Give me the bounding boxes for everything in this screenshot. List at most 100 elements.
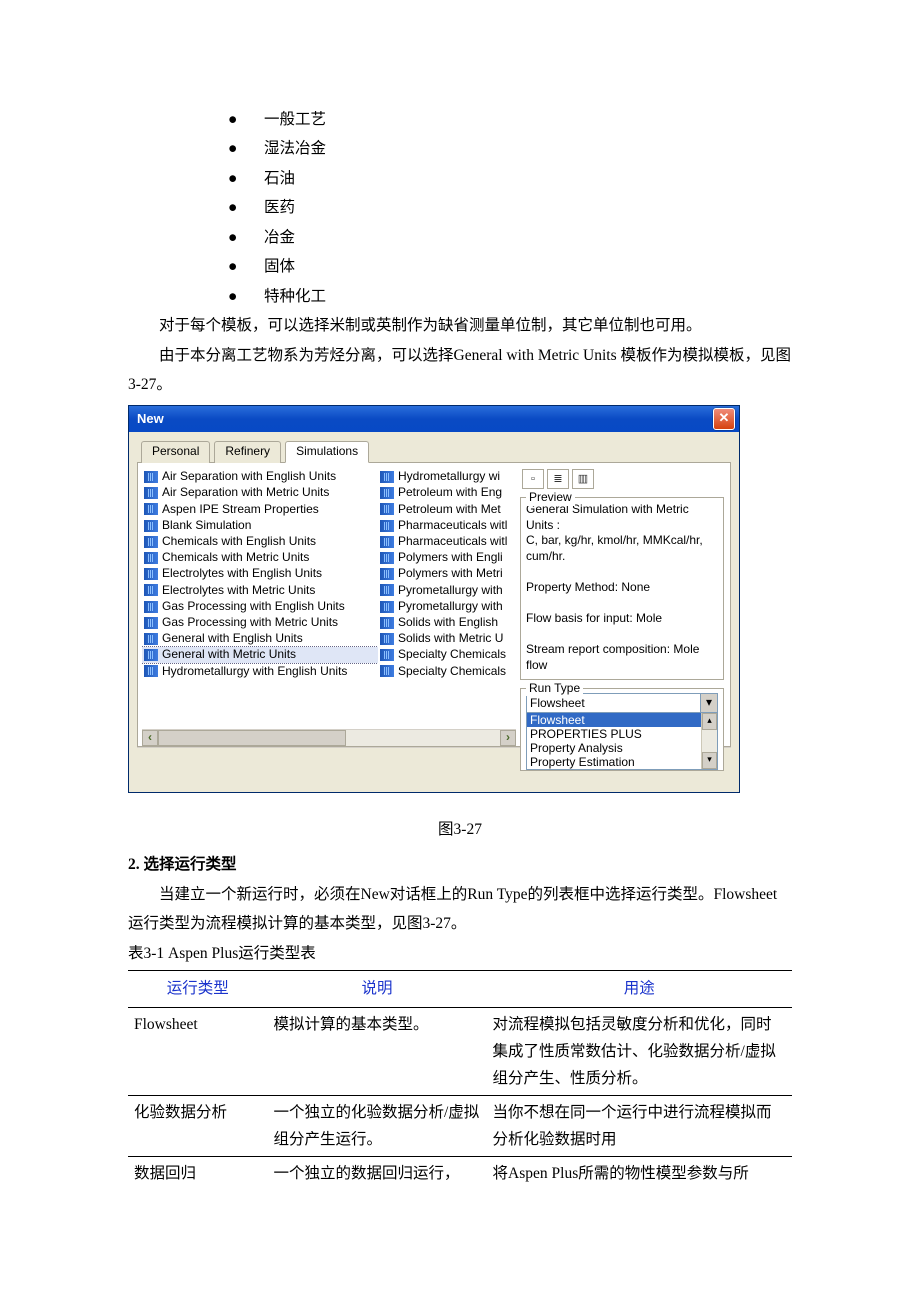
table-row: 化验数据分析一个独立的化验数据分析/虚拟组分产生运行。当你不想在同一个运行中进行…: [128, 1095, 792, 1156]
view-buttons: ▫ ≣ ▥: [520, 469, 724, 489]
list-item-label: Solids with Metric U: [398, 631, 503, 647]
tab-page: Air Separation with English UnitsAir Sep…: [137, 463, 731, 747]
runtype-option[interactable]: Flowsheet: [527, 713, 717, 727]
table-row: Flowsheet模拟计算的基本类型。对流程模拟包括灵敏度分析和优化，同时集成了…: [128, 1007, 792, 1095]
view-large-icon[interactable]: ▫: [522, 469, 544, 489]
paragraph: 对于每个模板，可以选择米制或英制作为缺省测量单位制，其它单位制也可用。: [128, 311, 792, 340]
scroll-left-icon[interactable]: ‹: [142, 730, 158, 746]
document-page: 一般工艺 湿法冶金 石油 医药 冶金 固体 特种化工 对于每个模板，可以选择米制…: [0, 0, 920, 1302]
bullet-item: 医药: [228, 193, 792, 222]
list-item-label: Specialty Chemicals: [398, 664, 506, 680]
list-item[interactable]: Chemicals with Metric Units: [142, 550, 378, 566]
list-item[interactable]: Hydrometallurgy wi: [378, 469, 516, 485]
list-item-label: Aspen IPE Stream Properties: [162, 502, 319, 518]
list-item[interactable]: Aspen IPE Stream Properties: [142, 501, 378, 517]
paragraph: 由于本分离工艺物系为芳烃分离，可以选择General with Metric U…: [128, 341, 792, 400]
horizontal-scrollbar[interactable]: ‹ ›: [142, 729, 516, 746]
template-icon: [380, 520, 394, 532]
list-item[interactable]: Gas Processing with English Units: [142, 598, 378, 614]
view-list-icon[interactable]: ≣: [547, 469, 569, 489]
list-item[interactable]: Petroleum with Met: [378, 501, 516, 517]
template-icon: [144, 617, 158, 629]
preview-legend: Preview: [526, 490, 575, 506]
template-icon: [380, 665, 394, 677]
template-list-col2[interactable]: Hydrometallurgy wiPetroleum with EngPetr…: [378, 469, 516, 729]
preview-group: Preview General Simulation with Metric U…: [520, 497, 724, 680]
list-item-label: Electrolytes with English Units: [162, 566, 322, 582]
scroll-right-icon[interactable]: ›: [500, 730, 516, 746]
template-icon: [380, 552, 394, 564]
table-cell: 模拟计算的基本类型。: [267, 1007, 486, 1095]
list-item[interactable]: Gas Processing with Metric Units: [142, 615, 378, 631]
table-cell: 数据回归: [128, 1157, 267, 1191]
vertical-scrollbar[interactable]: ▴ ▾: [701, 713, 717, 769]
list-item[interactable]: Pharmaceuticals witl: [378, 518, 516, 534]
bullet-item: 固体: [228, 252, 792, 281]
list-item[interactable]: Pyrometallurgy with: [378, 582, 516, 598]
tab-bar: Personal Refinery Simulations: [137, 440, 731, 463]
bullet-item: 一般工艺: [228, 105, 792, 134]
runtype-value[interactable]: [527, 694, 700, 712]
list-item[interactable]: Specialty Chemicals: [378, 647, 516, 663]
list-item[interactable]: Pharmaceuticals witl: [378, 534, 516, 550]
list-item[interactable]: Electrolytes with English Units: [142, 566, 378, 582]
template-icon: [380, 471, 394, 483]
template-icon: [144, 471, 158, 483]
runtype-options[interactable]: FlowsheetPROPERTIES PLUSProperty Analysi…: [526, 713, 718, 770]
tab-personal[interactable]: Personal: [141, 441, 210, 463]
list-item[interactable]: Petroleum with Eng: [378, 485, 516, 501]
list-item-label: Petroleum with Met: [398, 502, 501, 518]
list-item-label: Solids with English: [398, 615, 498, 631]
list-item[interactable]: Specialty Chemicals: [378, 663, 516, 679]
table-cell: 对流程模拟包括灵敏度分析和优化，同时集成了性质常数估计、化验数据分析/虚拟组分产…: [487, 1007, 792, 1095]
list-item-label: Pharmaceuticals witl: [398, 518, 507, 534]
list-item[interactable]: Solids with English: [378, 615, 516, 631]
scroll-down-icon[interactable]: ▾: [702, 752, 717, 769]
list-item[interactable]: Chemicals with English Units: [142, 534, 378, 550]
tab-refinery[interactable]: Refinery: [214, 441, 281, 463]
list-item-label: General with Metric Units: [162, 647, 296, 663]
list-item-label: Gas Processing with Metric Units: [162, 615, 338, 631]
template-list-col1[interactable]: Air Separation with English UnitsAir Sep…: [142, 469, 378, 729]
preview-text: General Simulation with Metric Units : C…: [526, 502, 718, 674]
table-header-row: 运行类型 说明 用途: [128, 971, 792, 1007]
view-detail-icon[interactable]: ▥: [572, 469, 594, 489]
list-item[interactable]: General with Metric Units: [142, 647, 378, 663]
template-icon: [380, 584, 394, 596]
list-item[interactable]: Polymers with Engli: [378, 550, 516, 566]
dialog-titlebar: New ✕: [129, 406, 739, 432]
tab-simulations[interactable]: Simulations: [285, 441, 369, 463]
list-item[interactable]: Hydrometallurgy with English Units: [142, 663, 378, 679]
list-item[interactable]: Air Separation with Metric Units: [142, 485, 378, 501]
list-item-label: Hydrometallurgy with English Units: [162, 664, 347, 680]
chevron-down-icon[interactable]: ▾: [700, 694, 717, 712]
list-item-label: Polymers with Metri: [398, 566, 503, 582]
list-item-label: Air Separation with English Units: [162, 469, 336, 485]
scroll-thumb[interactable]: [158, 730, 346, 746]
runtype-option[interactable]: Property Analysis: [527, 741, 717, 755]
list-item-label: Chemicals with English Units: [162, 534, 316, 550]
list-item-label: Petroleum with Eng: [398, 485, 502, 501]
runtype-option[interactable]: PROPERTIES PLUS: [527, 727, 717, 741]
template-icon: [144, 520, 158, 532]
close-icon[interactable]: ✕: [713, 408, 735, 430]
list-item[interactable]: Solids with Metric U: [378, 631, 516, 647]
table-cell: 化验数据分析: [128, 1095, 267, 1156]
table-cell: 将Aspen Plus所需的物性模型参数与所: [487, 1157, 792, 1191]
list-item[interactable]: Blank Simulation: [142, 518, 378, 534]
table-header: 说明: [267, 971, 486, 1007]
list-item[interactable]: Pyrometallurgy with: [378, 598, 516, 614]
list-item[interactable]: Polymers with Metri: [378, 566, 516, 582]
list-item[interactable]: Electrolytes with Metric Units: [142, 582, 378, 598]
scroll-up-icon[interactable]: ▴: [702, 713, 717, 730]
section-heading: 2. 选择运行类型: [128, 850, 792, 879]
list-item[interactable]: Air Separation with English Units: [142, 469, 378, 485]
bullet-list: 一般工艺 湿法冶金 石油 医药 冶金 固体 特种化工: [128, 105, 792, 311]
table-header: 运行类型: [128, 971, 267, 1007]
list-item-label: Air Separation with Metric Units: [162, 485, 329, 501]
list-item[interactable]: General with English Units: [142, 631, 378, 647]
template-icon: [144, 665, 158, 677]
list-item-label: Polymers with Engli: [398, 550, 503, 566]
runtype-option[interactable]: Property Estimation: [527, 755, 717, 769]
template-icon: [380, 617, 394, 629]
